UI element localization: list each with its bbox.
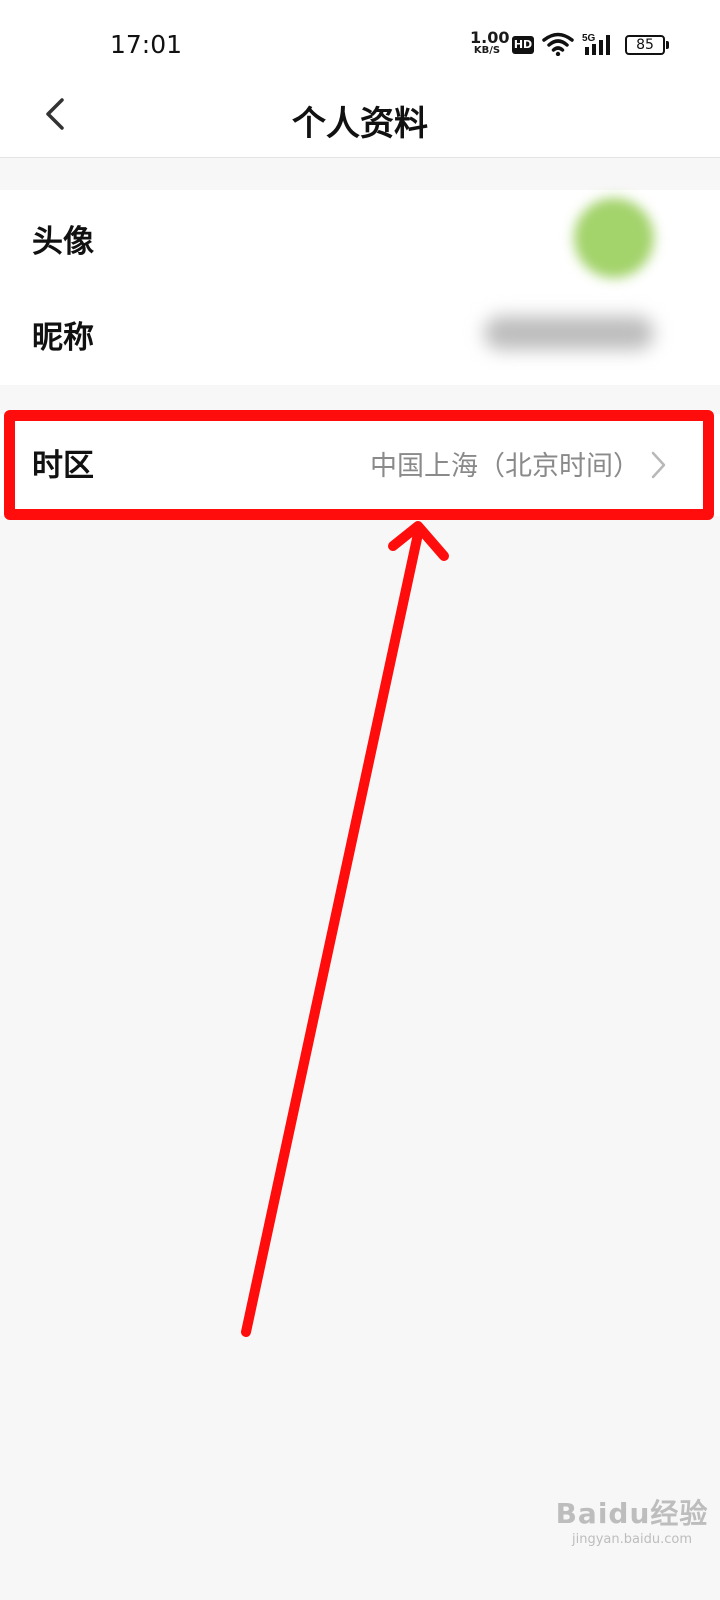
nav-bar: 个人资料	[0, 80, 720, 158]
watermark-url: jingyan.baidu.com	[572, 1532, 692, 1547]
network-speed-value: 1.00	[470, 28, 510, 47]
timezone-card: 时区 中国上海（北京时间）	[0, 414, 720, 516]
nickname-value-blurred	[484, 316, 654, 350]
network-speed: 1.00 KB/S	[470, 28, 510, 56]
signal-icon: 5G	[582, 33, 610, 55]
avatar	[574, 198, 654, 278]
timezone-row[interactable]: 时区 中国上海（北京时间）	[0, 414, 720, 516]
baidu-watermark: Baidu经验 jingyan.baidu.com	[552, 1492, 712, 1547]
hd-badge: HD	[512, 36, 534, 54]
status-time: 17:01	[110, 30, 183, 59]
profile-card: 头像 昵称	[0, 190, 720, 385]
watermark-brand: Baidu经验	[555, 1497, 709, 1530]
battery-indicator: 85	[625, 35, 665, 55]
page-title: 个人资料	[292, 104, 428, 144]
signal-label: 5G	[582, 33, 596, 44]
status-bar: 17:01 1.00 KB/S HD 5G 85	[0, 0, 720, 80]
avatar-row[interactable]: 头像	[0, 190, 720, 286]
wifi-icon	[542, 32, 574, 56]
timezone-value: 中国上海（北京时间）	[370, 451, 640, 482]
chevron-right-icon	[651, 451, 666, 479]
nickname-label: 昵称	[32, 320, 94, 356]
timezone-label: 时区	[32, 448, 94, 484]
nickname-row[interactable]: 昵称	[0, 286, 720, 382]
battery-tip	[666, 41, 669, 49]
avatar-label: 头像	[32, 224, 94, 260]
network-speed-unit: KB/S	[473, 45, 501, 56]
